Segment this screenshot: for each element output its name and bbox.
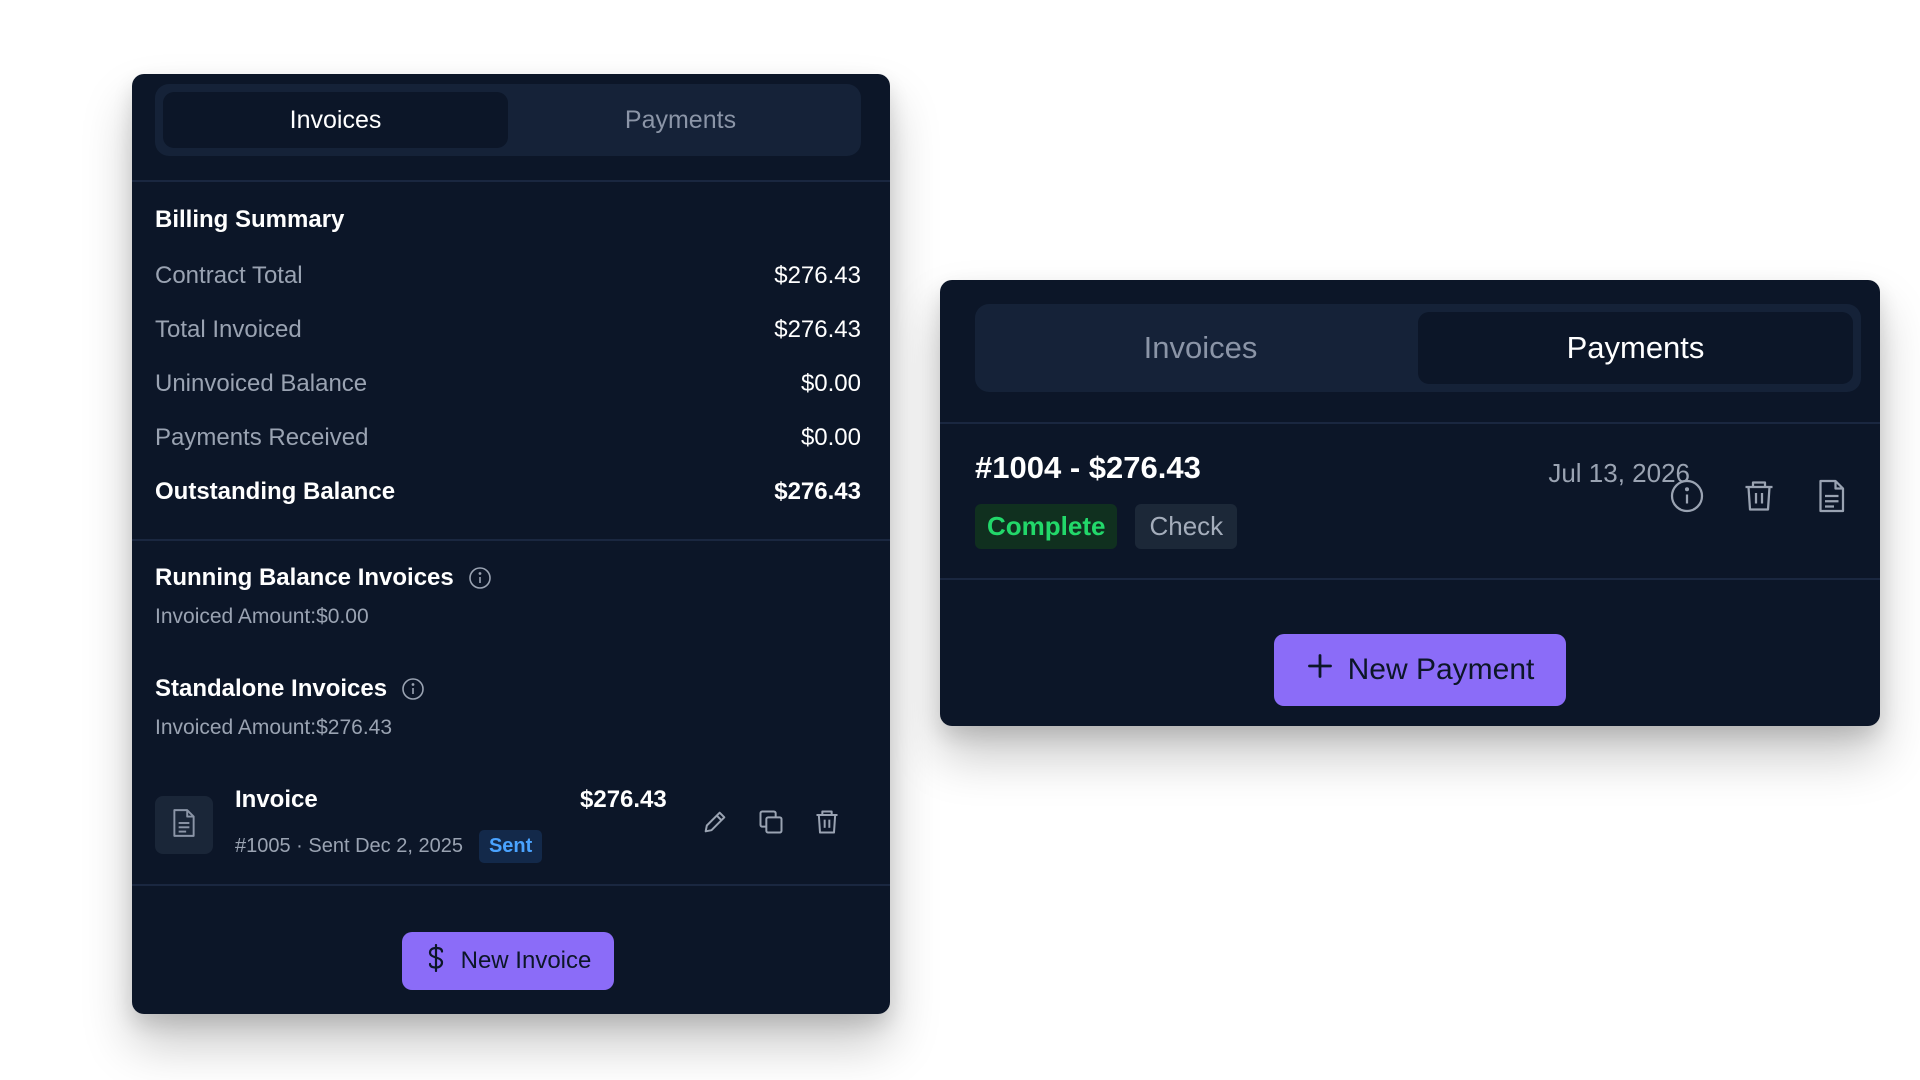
summary-label: Total Invoiced bbox=[155, 316, 302, 343]
summary-row-total-invoiced: Total Invoiced $276.43 bbox=[155, 316, 861, 344]
invoice-amount: $276.43 bbox=[580, 786, 667, 813]
info-icon[interactable] bbox=[468, 566, 492, 590]
summary-row-uninvoiced-balance: Uninvoiced Balance $0.00 bbox=[155, 370, 861, 398]
summary-value: $276.43 bbox=[774, 262, 861, 289]
document-icon bbox=[171, 808, 197, 843]
edit-icon[interactable] bbox=[701, 808, 729, 836]
dollar-icon bbox=[425, 943, 447, 979]
status-badge: Sent bbox=[478, 830, 543, 863]
standalone-amount: Invoiced Amount:$276.43 bbox=[155, 716, 393, 739]
new-invoice-label: New Invoice bbox=[460, 947, 592, 974]
payments-panel: Invoices Payments #1004 - $276.43 Jul 13… bbox=[940, 280, 1880, 726]
running-balance-amount: Invoiced Amount:$0.00 bbox=[155, 605, 369, 628]
invoice-actions bbox=[701, 808, 841, 836]
summary-row-outstanding-balance: Outstanding Balance $276.43 bbox=[155, 478, 861, 506]
divider bbox=[132, 180, 890, 182]
trash-icon[interactable] bbox=[813, 808, 841, 836]
divider bbox=[940, 422, 1880, 424]
tab-bar: Invoices Payments bbox=[155, 84, 861, 156]
summary-value: $276.43 bbox=[774, 478, 861, 505]
billing-summary-title: Billing Summary bbox=[155, 206, 345, 233]
new-payment-button[interactable]: New Payment bbox=[1274, 634, 1566, 706]
info-icon[interactable] bbox=[401, 677, 425, 701]
status-badge: Complete bbox=[975, 504, 1118, 549]
method-badge: Check bbox=[1135, 504, 1238, 549]
copy-icon[interactable] bbox=[757, 808, 785, 836]
payment-date: Jul 13, 2026 bbox=[1548, 458, 1690, 488]
invoices-panel: Invoices Payments Billing Summary Contra… bbox=[132, 74, 890, 1014]
summary-value: $0.00 bbox=[800, 424, 861, 451]
payment-title: #1004 - $276.43 bbox=[975, 450, 1201, 485]
payment-actions bbox=[1669, 478, 1849, 514]
summary-label: Outstanding Balance bbox=[155, 478, 396, 505]
standalone-title: Standalone Invoices bbox=[155, 675, 388, 702]
divider bbox=[940, 578, 1880, 580]
plus-icon bbox=[1306, 652, 1334, 688]
invoice-list-item[interactable]: Invoice $276.43 #1005 · Sent Dec 2, 2025… bbox=[155, 776, 861, 866]
summary-row-contract-total: Contract Total $276.43 bbox=[155, 262, 861, 290]
summary-row-payments-received: Payments Received $0.00 bbox=[155, 424, 861, 452]
summary-value: $276.43 bbox=[774, 316, 861, 343]
invoice-title: Invoice bbox=[235, 786, 318, 813]
tab-payments[interactable]: Payments bbox=[1418, 312, 1853, 384]
trash-icon[interactable] bbox=[1741, 478, 1777, 514]
summary-label: Uninvoiced Balance bbox=[155, 370, 368, 397]
invoice-thumbnail bbox=[155, 796, 213, 854]
info-icon[interactable] bbox=[1669, 478, 1705, 514]
tab-invoices[interactable]: Invoices bbox=[163, 92, 508, 148]
tab-bar: Invoices Payments bbox=[975, 304, 1861, 392]
standalone-heading: Standalone Invoices bbox=[155, 675, 425, 703]
summary-label: Payments Received bbox=[155, 424, 369, 451]
running-balance-heading: Running Balance Invoices bbox=[155, 564, 492, 592]
new-payment-label: New Payment bbox=[1347, 653, 1535, 686]
invoice-meta: #1005 · Sent Dec 2, 2025 Sent bbox=[235, 830, 543, 863]
tab-invoices[interactable]: Invoices bbox=[983, 312, 1418, 384]
tab-payments[interactable]: Payments bbox=[508, 92, 853, 148]
invoice-meta-text: #1005 · Sent Dec 2, 2025 bbox=[235, 835, 463, 857]
new-invoice-button[interactable]: New Invoice bbox=[402, 932, 614, 990]
divider bbox=[132, 539, 890, 541]
payment-badges: Complete Check bbox=[975, 504, 1238, 549]
divider bbox=[132, 884, 890, 886]
summary-value: $0.00 bbox=[800, 370, 861, 397]
summary-label: Contract Total bbox=[155, 262, 303, 289]
running-balance-title: Running Balance Invoices bbox=[155, 564, 454, 591]
document-icon[interactable] bbox=[1813, 478, 1849, 514]
